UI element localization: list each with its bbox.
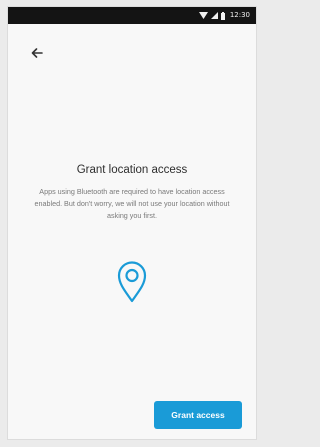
wifi-icon (198, 12, 208, 19)
signal-icon (210, 12, 218, 19)
status-bar: 12:30 (8, 7, 256, 24)
phone-screen: 12:30 Grant location access Apps using B… (8, 7, 256, 439)
status-time: 12:30 (229, 11, 250, 19)
location-pin-icon (116, 260, 148, 309)
grant-access-button[interactable]: Grant access (154, 401, 242, 429)
arrow-left-icon (31, 45, 43, 63)
status-icons: 12:30 (198, 7, 250, 24)
page-title: Grant location access (76, 164, 188, 176)
battery-icon (220, 11, 225, 20)
back-button[interactable] (28, 45, 46, 63)
description-text: Apps using Bluetooth are required to hav… (34, 187, 230, 220)
